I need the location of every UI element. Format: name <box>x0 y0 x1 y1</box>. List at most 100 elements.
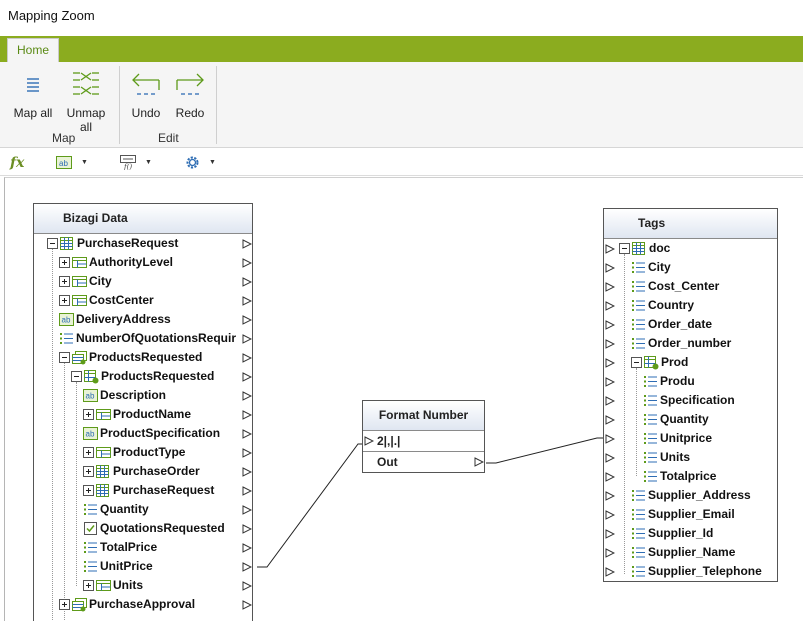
text-format-dropdown[interactable]: ab ▼ <box>56 154 88 171</box>
undo-button[interactable]: Undo <box>128 68 164 120</box>
output-port-icon[interactable] <box>242 505 252 515</box>
tree-row[interactable]: Supplier_Telephone <box>604 562 777 581</box>
text-function-dropdown[interactable]: f() ▼ <box>120 154 152 171</box>
tree-row[interactable]: ab DeliveryAddress <box>34 310 252 329</box>
output-port-icon[interactable] <box>242 296 252 306</box>
output-port-icon[interactable] <box>242 486 252 496</box>
input-port-icon[interactable] <box>605 491 615 501</box>
tree-row[interactable]: Country <box>604 296 777 315</box>
tree-row[interactable]: ab Description <box>34 386 252 405</box>
output-port-icon[interactable] <box>242 543 252 553</box>
output-port-icon[interactable] <box>242 334 252 344</box>
tree-row[interactable]: ProductType <box>34 443 252 462</box>
output-port-icon[interactable] <box>242 372 252 382</box>
tree-row[interactable]: Prod <box>604 353 777 372</box>
tree-row[interactable]: NumberOfQuotationsRequir <box>34 329 252 348</box>
input-port-icon[interactable] <box>605 472 615 482</box>
expand-icon[interactable] <box>83 409 94 420</box>
input-port-icon[interactable] <box>605 320 615 330</box>
tree-row[interactable]: PurchaseRequest <box>34 481 252 500</box>
tree-row[interactable]: Supplier_Name <box>604 543 777 562</box>
expand-icon[interactable] <box>83 485 94 496</box>
output-port-icon[interactable] <box>242 562 252 572</box>
input-port-icon[interactable] <box>605 415 615 425</box>
format-number-output[interactable]: Out <box>363 452 484 472</box>
format-number-node[interactable]: Format Number 2|,|.| Out <box>362 400 485 473</box>
tree-row[interactable]: AuthorityLevel <box>34 253 252 272</box>
expand-icon[interactable] <box>59 599 70 610</box>
settings-dropdown[interactable]: ▼ <box>185 154 216 171</box>
expand-icon[interactable] <box>59 295 70 306</box>
redo-button[interactable]: Redo <box>172 68 208 120</box>
input-port-icon[interactable] <box>605 244 615 254</box>
output-port-icon[interactable] <box>242 315 252 325</box>
input-port-icon[interactable] <box>605 339 615 349</box>
output-port-icon[interactable] <box>474 457 484 467</box>
output-port-icon[interactable] <box>242 391 252 401</box>
expand-icon[interactable] <box>59 276 70 287</box>
input-port-icon[interactable] <box>605 301 615 311</box>
output-port-icon[interactable] <box>242 277 252 287</box>
tree-row[interactable]: doc <box>604 239 777 258</box>
tree-row[interactable]: TotalPrice <box>34 538 252 557</box>
input-port-icon[interactable] <box>364 436 374 446</box>
tree-row[interactable]: Cost_Center <box>604 277 777 296</box>
tree-row[interactable]: Order_date <box>604 315 777 334</box>
output-port-icon[interactable] <box>242 410 252 420</box>
output-port-icon[interactable] <box>242 524 252 534</box>
tree-row[interactable]: Supplier_Email <box>604 505 777 524</box>
tree-row[interactable]: ProductName <box>34 405 252 424</box>
output-port-icon[interactable] <box>242 353 252 363</box>
input-port-icon[interactable] <box>605 377 615 387</box>
tree-row[interactable]: PurchaseRequest <box>34 234 252 253</box>
input-port-icon[interactable] <box>605 529 615 539</box>
tree-row[interactable]: Totalprice <box>604 467 777 486</box>
tree-row[interactable]: UnitPrice <box>34 557 252 576</box>
input-port-icon[interactable] <box>605 548 615 558</box>
tree-row[interactable]: Quantity <box>604 410 777 429</box>
tree-row[interactable]: PurchaseOrder <box>34 462 252 481</box>
input-port-icon[interactable] <box>605 434 615 444</box>
input-port-icon[interactable] <box>605 358 615 368</box>
tree-row[interactable]: PurchaseApproval <box>34 595 252 614</box>
tree-row[interactable]: ProductsRequested <box>34 348 252 367</box>
output-port-icon[interactable] <box>242 467 252 477</box>
collapse-icon[interactable] <box>71 371 82 382</box>
collapse-icon[interactable] <box>631 357 642 368</box>
tree-row[interactable]: CostCenter <box>34 291 252 310</box>
input-port-icon[interactable] <box>605 282 615 292</box>
output-port-icon[interactable] <box>242 581 252 591</box>
tree-row[interactable]: City <box>34 272 252 291</box>
tree-row[interactable]: ProductsRequested <box>34 367 252 386</box>
tree-row[interactable]: City <box>604 258 777 277</box>
output-port-icon[interactable] <box>242 429 252 439</box>
output-port-icon[interactable] <box>242 448 252 458</box>
input-port-icon[interactable] <box>605 453 615 463</box>
tree-row[interactable]: Quantity <box>34 500 252 519</box>
tree-row[interactable]: Units <box>604 448 777 467</box>
collapse-icon[interactable] <box>619 243 630 254</box>
tree-row[interactable]: Produ <box>604 372 777 391</box>
tree-row[interactable]: QuotationsRequested <box>34 519 252 538</box>
expand-icon[interactable] <box>83 580 94 591</box>
tree-row[interactable]: Supplier_Id <box>604 524 777 543</box>
expand-icon[interactable] <box>59 257 70 268</box>
collapse-icon[interactable] <box>47 238 58 249</box>
output-port-icon[interactable] <box>242 600 252 610</box>
function-button[interactable]: fx <box>10 154 24 171</box>
unmap-all-button[interactable]: Unmap all <box>59 68 113 134</box>
collapse-icon[interactable] <box>59 352 70 363</box>
expand-icon[interactable] <box>83 447 94 458</box>
map-all-button[interactable]: Map all <box>12 68 54 120</box>
output-port-icon[interactable] <box>242 239 252 249</box>
tree-row[interactable]: Supplier_Address <box>604 486 777 505</box>
tree-row[interactable]: Units <box>34 576 252 595</box>
input-port-icon[interactable] <box>605 567 615 577</box>
tab-home[interactable]: Home <box>7 38 59 62</box>
output-port-icon[interactable] <box>242 258 252 268</box>
tree-row[interactable]: ab ProductSpecification <box>34 424 252 443</box>
tree-row[interactable]: Specification <box>604 391 777 410</box>
expand-icon[interactable] <box>83 466 94 477</box>
input-port-icon[interactable] <box>605 396 615 406</box>
tree-row[interactable]: Unitprice <box>604 429 777 448</box>
